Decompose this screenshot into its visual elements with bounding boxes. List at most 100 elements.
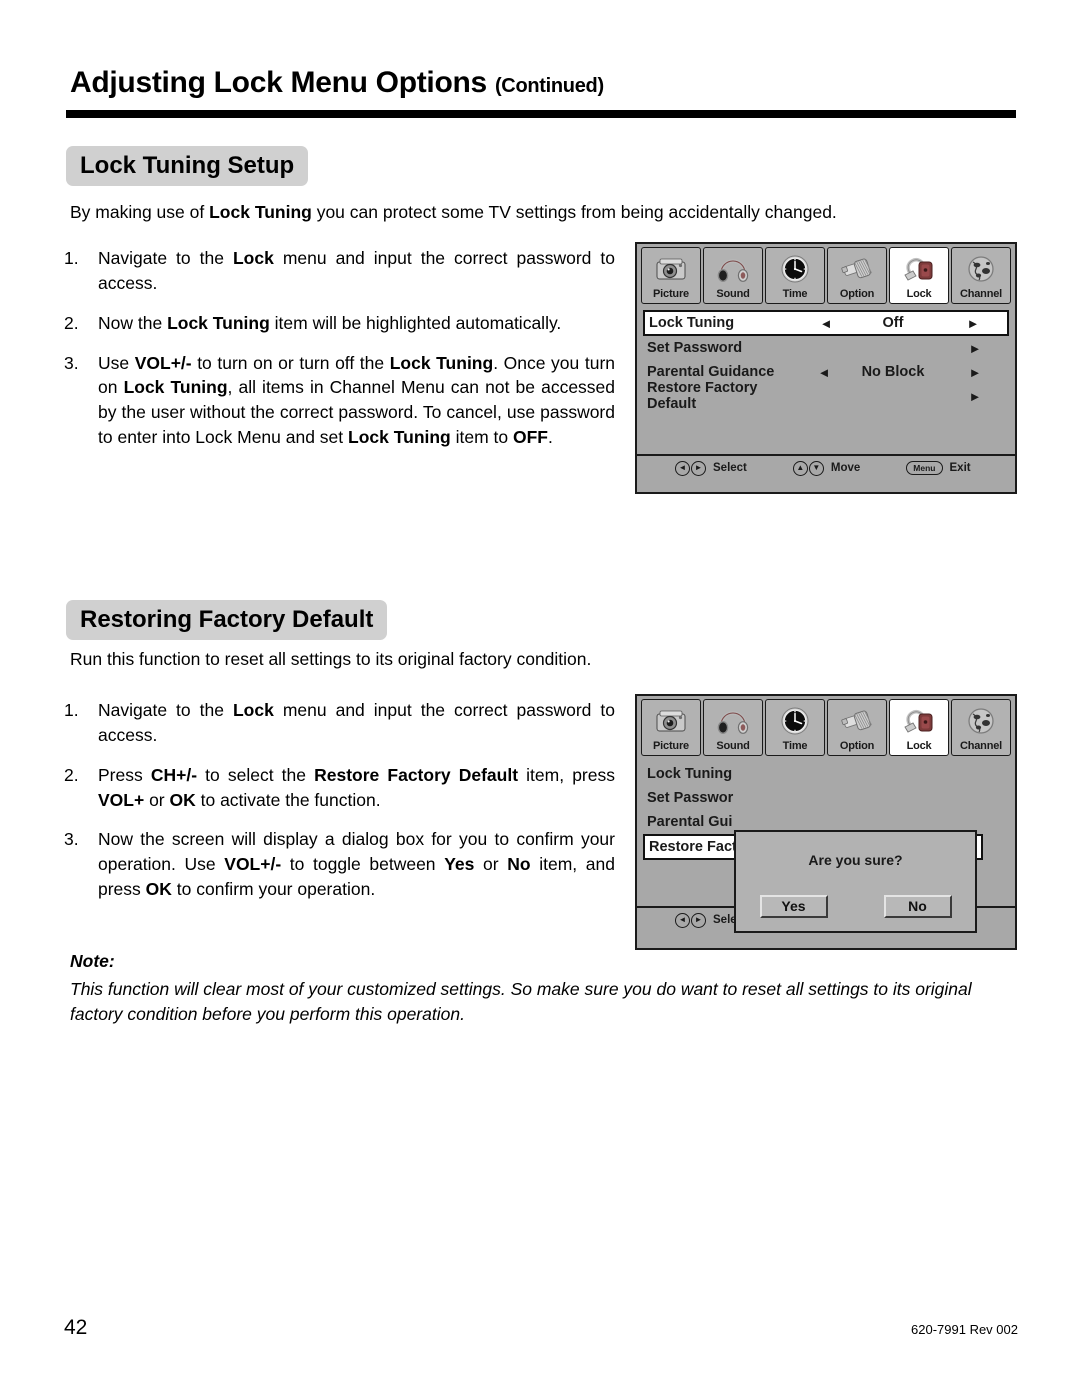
right-arrow-icon: ► [968,340,982,356]
padlock-icon [890,702,948,740]
osd-menu-row[interactable]: Set Password ► [643,336,1009,360]
osd-menu-row-label: Parental Guidance [647,364,775,380]
down-arrow-icon: ▼ [808,460,824,476]
clock-icon [766,250,824,288]
step-text: Navigate to the Lock menu and input the … [98,700,615,745]
intro-text-pre: By making use of [70,202,210,222]
osd-tab-sound[interactable]: Sound [703,247,763,304]
step-item: 1. Navigate to the Lock menu and input th… [62,246,615,296]
step-text: Now the Lock Tuning item will be highlig… [98,312,562,333]
osd-tab-label: Picture [653,740,689,752]
osd-tab-label: Option [839,288,875,300]
osd-tab-lock[interactable]: Lock [889,699,949,756]
step-number: 1. [64,700,79,720]
confirm-dialog-message: Are you sure? [808,852,903,868]
step-number: 2. [64,312,79,333]
step-text: Navigate to the Lock menu and input the … [98,248,615,293]
osd-empty-space [637,408,1015,454]
osd-menu-row[interactable]: Lock Tuning [643,762,1009,786]
osd-tab-label: Time [782,740,808,752]
page-title-continued: (Continued) [494,75,604,97]
osd-menu-row-label: Set Passwor [647,790,734,806]
intro-paragraph-restore: Run this function to reset all settings … [70,649,592,669]
osd-tab-lock[interactable]: Lock [889,247,949,304]
step-number: 3. [64,352,79,373]
osd-menu-row-label: Set Password [647,340,743,356]
osd-tab-option[interactable]: Option [827,247,887,304]
osd-tab-picture[interactable]: Picture [641,247,701,304]
page-title-main: Adjusting Lock Menu Options [70,66,487,99]
osd-tab-label: Option [839,740,875,752]
osd-tab-label: Sound [716,288,750,300]
osd-tab-time[interactable]: Time [765,247,825,304]
padlock-icon [890,250,948,288]
osd-tab-picture[interactable]: Picture [641,699,701,756]
right-arrow-icon: ► [968,364,982,380]
osd-menu-row[interactable]: Set Passwor [643,786,1009,810]
page-number: 42 [64,1316,88,1339]
headphones-icon [704,702,762,740]
osd-icon-tab-bar-2: Picture Sound Time Option Lock Channel [637,696,1015,758]
right-arrow-icon: ► [691,460,706,476]
left-arrow-icon: ◄ [675,460,690,476]
osd-tab-channel[interactable]: Channel [951,247,1011,304]
page-title: Adjusting Lock Menu Options (Continued) [70,66,604,100]
hint-exit: Menu Exit [906,461,971,475]
osd-tab-time[interactable]: Time [765,699,825,756]
osd-menu-row-value: No Block [861,364,925,380]
hint-exit-label: Exit [949,462,971,474]
connector-icon [828,250,886,288]
left-arrow-icon: ◄ [819,315,833,331]
note-label: Note: [70,951,115,971]
step-number: 2. [64,764,79,785]
step-item: 3. Now the screen will display a dialog b… [62,827,615,902]
osd-tab-label: Time [782,288,808,300]
osd-menu-row-label: Lock Tuning [647,766,733,782]
osd-tab-label: Channel [960,740,1002,752]
step-item: 2. Press CH+/- to select the Restore Fact… [62,763,615,813]
osd-menu-row[interactable]: Lock Tuning ◄ Off ► [643,310,1009,336]
osd-menu-list: Lock Tuning ◄ Off ► Set Password ► Parental Gu… [637,306,1015,412]
right-arrow-icon: ► [968,388,982,404]
osd-menu-list-2: Lock Tuning Set Passwor Parental Gui Restor… [637,758,1015,933]
tv-osd-lock-menu: Picture Sound Time Option Lock Channel Lock T… [635,242,1017,494]
section-heading-restoring-factory-default: Restoring Factory Default [66,600,388,641]
camera-icon [642,702,700,740]
osd-footer-hints: ◄ ► Select ▲ ▼ Move Menu Exit [637,454,1015,480]
intro-paragraph-lock-tuning: By making use of Lock Tuning you can pro… [70,201,837,225]
hint-move-label: Move [830,462,861,474]
left-arrow-icon: ◄ [675,912,690,928]
tv-osd-lock-menu-confirm: Picture Sound Time Option Lock Channel Lock T… [635,694,1017,950]
left-arrow-icon: ◄ [817,364,831,380]
step-text: Use VOL+/- to turn on or turn off the Lo… [98,352,616,448]
step-text: Press CH+/- to select the Restore Factor… [98,764,615,810]
hint-select: ◄ ► Select [675,460,747,476]
osd-menu-row[interactable]: Restore Factory Default ► [643,380,1009,412]
right-arrow-icon: ► [691,912,706,928]
osd-icon-tab-bar: Picture Sound Time Option Lock Channel [637,244,1015,306]
yes-button[interactable]: Yes [759,895,828,918]
osd-tab-label: Sound [716,740,750,752]
osd-tab-sound[interactable]: Sound [703,699,763,756]
note-text: This function will clear most of your cu… [70,979,972,1025]
step-item: 1. Navigate to the Lock menu and input th… [62,698,615,748]
no-button[interactable]: No [883,895,952,918]
intro-text-post: you can protect some TV settings from be… [311,202,837,222]
up-arrow-icon: ▲ [792,460,808,476]
connector-icon [828,702,886,740]
clock-icon [766,702,824,740]
right-arrow-icon: ► [966,315,980,331]
headphones-icon [704,250,762,288]
osd-tab-label: Lock [906,288,932,300]
camera-icon [642,250,700,288]
osd-tab-channel[interactable]: Channel [951,699,1011,756]
section-heading-lock-tuning: Lock Tuning Setup [66,146,309,187]
step-item: 3. Use VOL+/- to turn on or turn off the … [62,351,615,450]
osd-tab-label: Channel [960,288,1002,300]
menu-key-icon: Menu [906,461,943,475]
hint-select-label: Select [713,462,747,474]
step-item: 2. Now the Lock Tuning item will be highl… [62,311,615,336]
osd-menu-row-label: Parental Gui [647,814,733,830]
steps-list-restore: 1. Navigate to the Lock menu and input th… [62,698,615,917]
osd-tab-option[interactable]: Option [827,699,887,756]
